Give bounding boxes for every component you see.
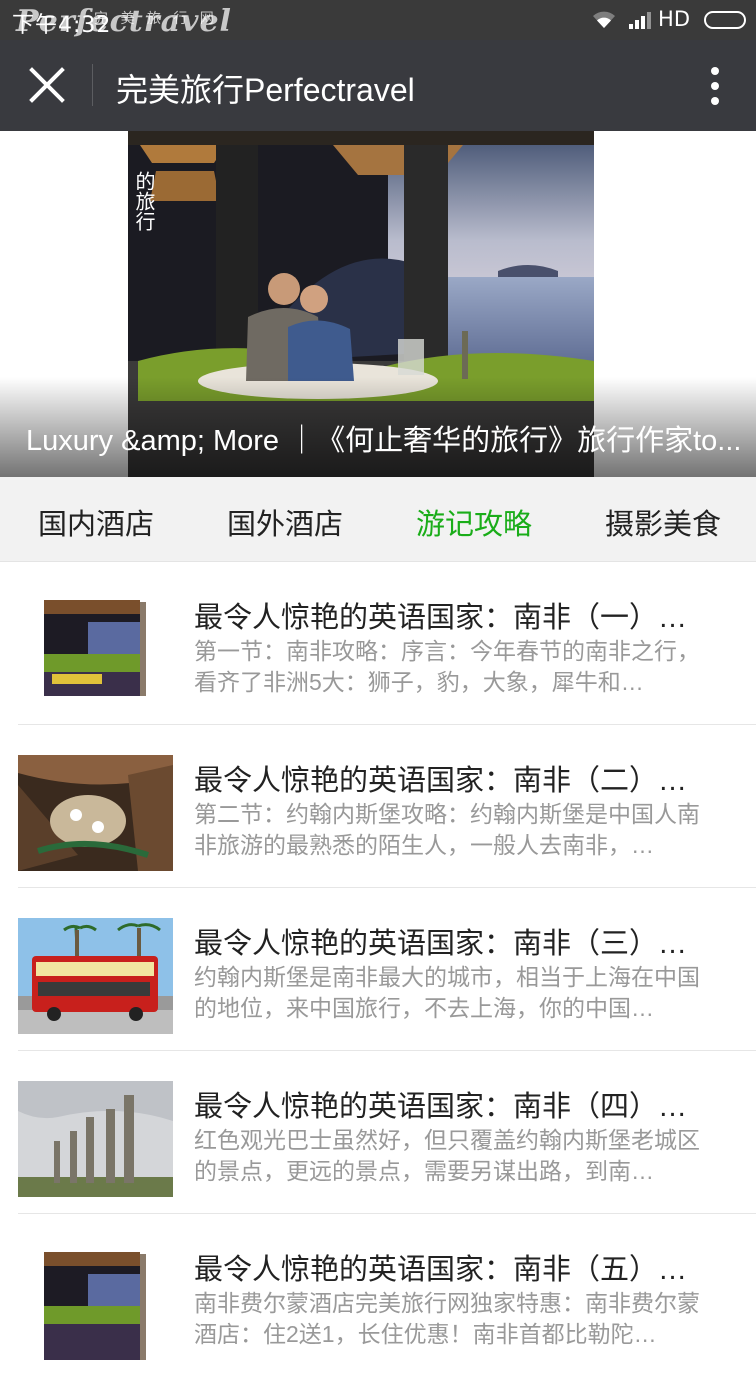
wifi-icon xyxy=(593,11,615,28)
article-thumbnail[interactable] xyxy=(18,1081,173,1197)
divider xyxy=(92,64,93,106)
article-thumbnail[interactable] xyxy=(18,918,173,1034)
list-item[interactable]: 最令人惊艳的英语国家：南非（四）… 红色观光巴士虽然好，但只覆盖约翰内斯堡老城区… xyxy=(0,1051,756,1214)
article-summary: 约翰内斯堡是南非最大的城市，相当于上海在中国的地位，来中国旅行，不去上海，你的中… xyxy=(194,964,700,1021)
article-title[interactable]: 最令人惊艳的英语国家：南非（三）… xyxy=(194,920,714,962)
page-title: 完美旅行Perfectravel xyxy=(116,72,415,108)
article-summary: 红色观光巴士虽然好，但只覆盖约翰内斯堡老城区的景点，更远的景点，需要另谋出路，到… xyxy=(194,1127,700,1184)
tab-photo-food[interactable]: 摄影美食 xyxy=(605,501,721,543)
article-thumbnail[interactable] xyxy=(18,1244,173,1360)
article-summary: 南非费尔蒙酒店完美旅行网独家特惠：南非费尔蒙酒店：住2送1，长住优惠！南非首都比… xyxy=(194,1290,700,1347)
tab-travelogues[interactable]: 游记攻略 xyxy=(416,501,532,543)
banner[interactable]: 的旅行 Luxury &amp; More ｜《何止奢华的旅行》旅行作家to..… xyxy=(0,131,756,477)
battery-icon xyxy=(704,11,746,29)
list-item[interactable]: 最令人惊艳的英语国家：南非（二）… 第二节：约翰内斯堡攻略：约翰内斯堡是中国人南… xyxy=(0,725,756,888)
network-type: HD xyxy=(658,7,690,31)
top-bar: 完美旅行Perfectravel xyxy=(0,40,756,131)
signal-icon xyxy=(629,12,651,29)
category-tabs: 国内酒店 国外酒店 游记攻略 摄影美食 xyxy=(0,477,756,562)
tab-domestic-hotels[interactable]: 国内酒店 xyxy=(38,501,154,543)
list-item[interactable]: 最令人惊艳的英语国家：南非（一）… 第一节：南非攻略：序言：今年春节的南非之行，… xyxy=(0,562,756,725)
article-title[interactable]: 最令人惊艳的英语国家：南非（五）… xyxy=(194,1246,714,1288)
list-item[interactable]: 最令人惊艳的英语国家：南非（五）… 南非费尔蒙酒店完美旅行网独家特惠：南非费尔蒙… xyxy=(0,1214,756,1377)
article-title[interactable]: 最令人惊艳的英语国家：南非（一）… xyxy=(194,594,714,636)
article-title[interactable]: 最令人惊艳的英语国家：南非（四）… xyxy=(194,1083,714,1125)
banner-caption[interactable]: Luxury &amp; More ｜《何止奢华的旅行》旅行作家to... xyxy=(26,417,741,459)
article-thumbnail[interactable] xyxy=(18,592,173,708)
article-thumbnail[interactable] xyxy=(18,755,173,871)
tab-overseas-hotels[interactable]: 国外酒店 xyxy=(227,501,343,543)
list-item[interactable]: 最令人惊艳的英语国家：南非（三）… 约翰内斯堡是南非最大的城市，相当于上海在中国… xyxy=(0,888,756,1051)
cover-text: 的旅行 xyxy=(132,171,156,231)
article-summary: 第二节：约翰内斯堡攻略：约翰内斯堡是中国人南非旅游的最熟悉的陌生人，一般人去南非… xyxy=(194,801,700,858)
watermark-cn: 完 美 旅 行 网 xyxy=(94,11,218,27)
article-title[interactable]: 最令人惊艳的英语国家：南非（二）… xyxy=(194,757,714,799)
article-summary: 第一节：南非攻略：序言：今年春节的南非之行，看齐了非洲5大：狮子，豹，大象，犀牛… xyxy=(194,638,700,695)
close-icon[interactable] xyxy=(26,64,68,106)
more-icon[interactable] xyxy=(710,66,720,106)
